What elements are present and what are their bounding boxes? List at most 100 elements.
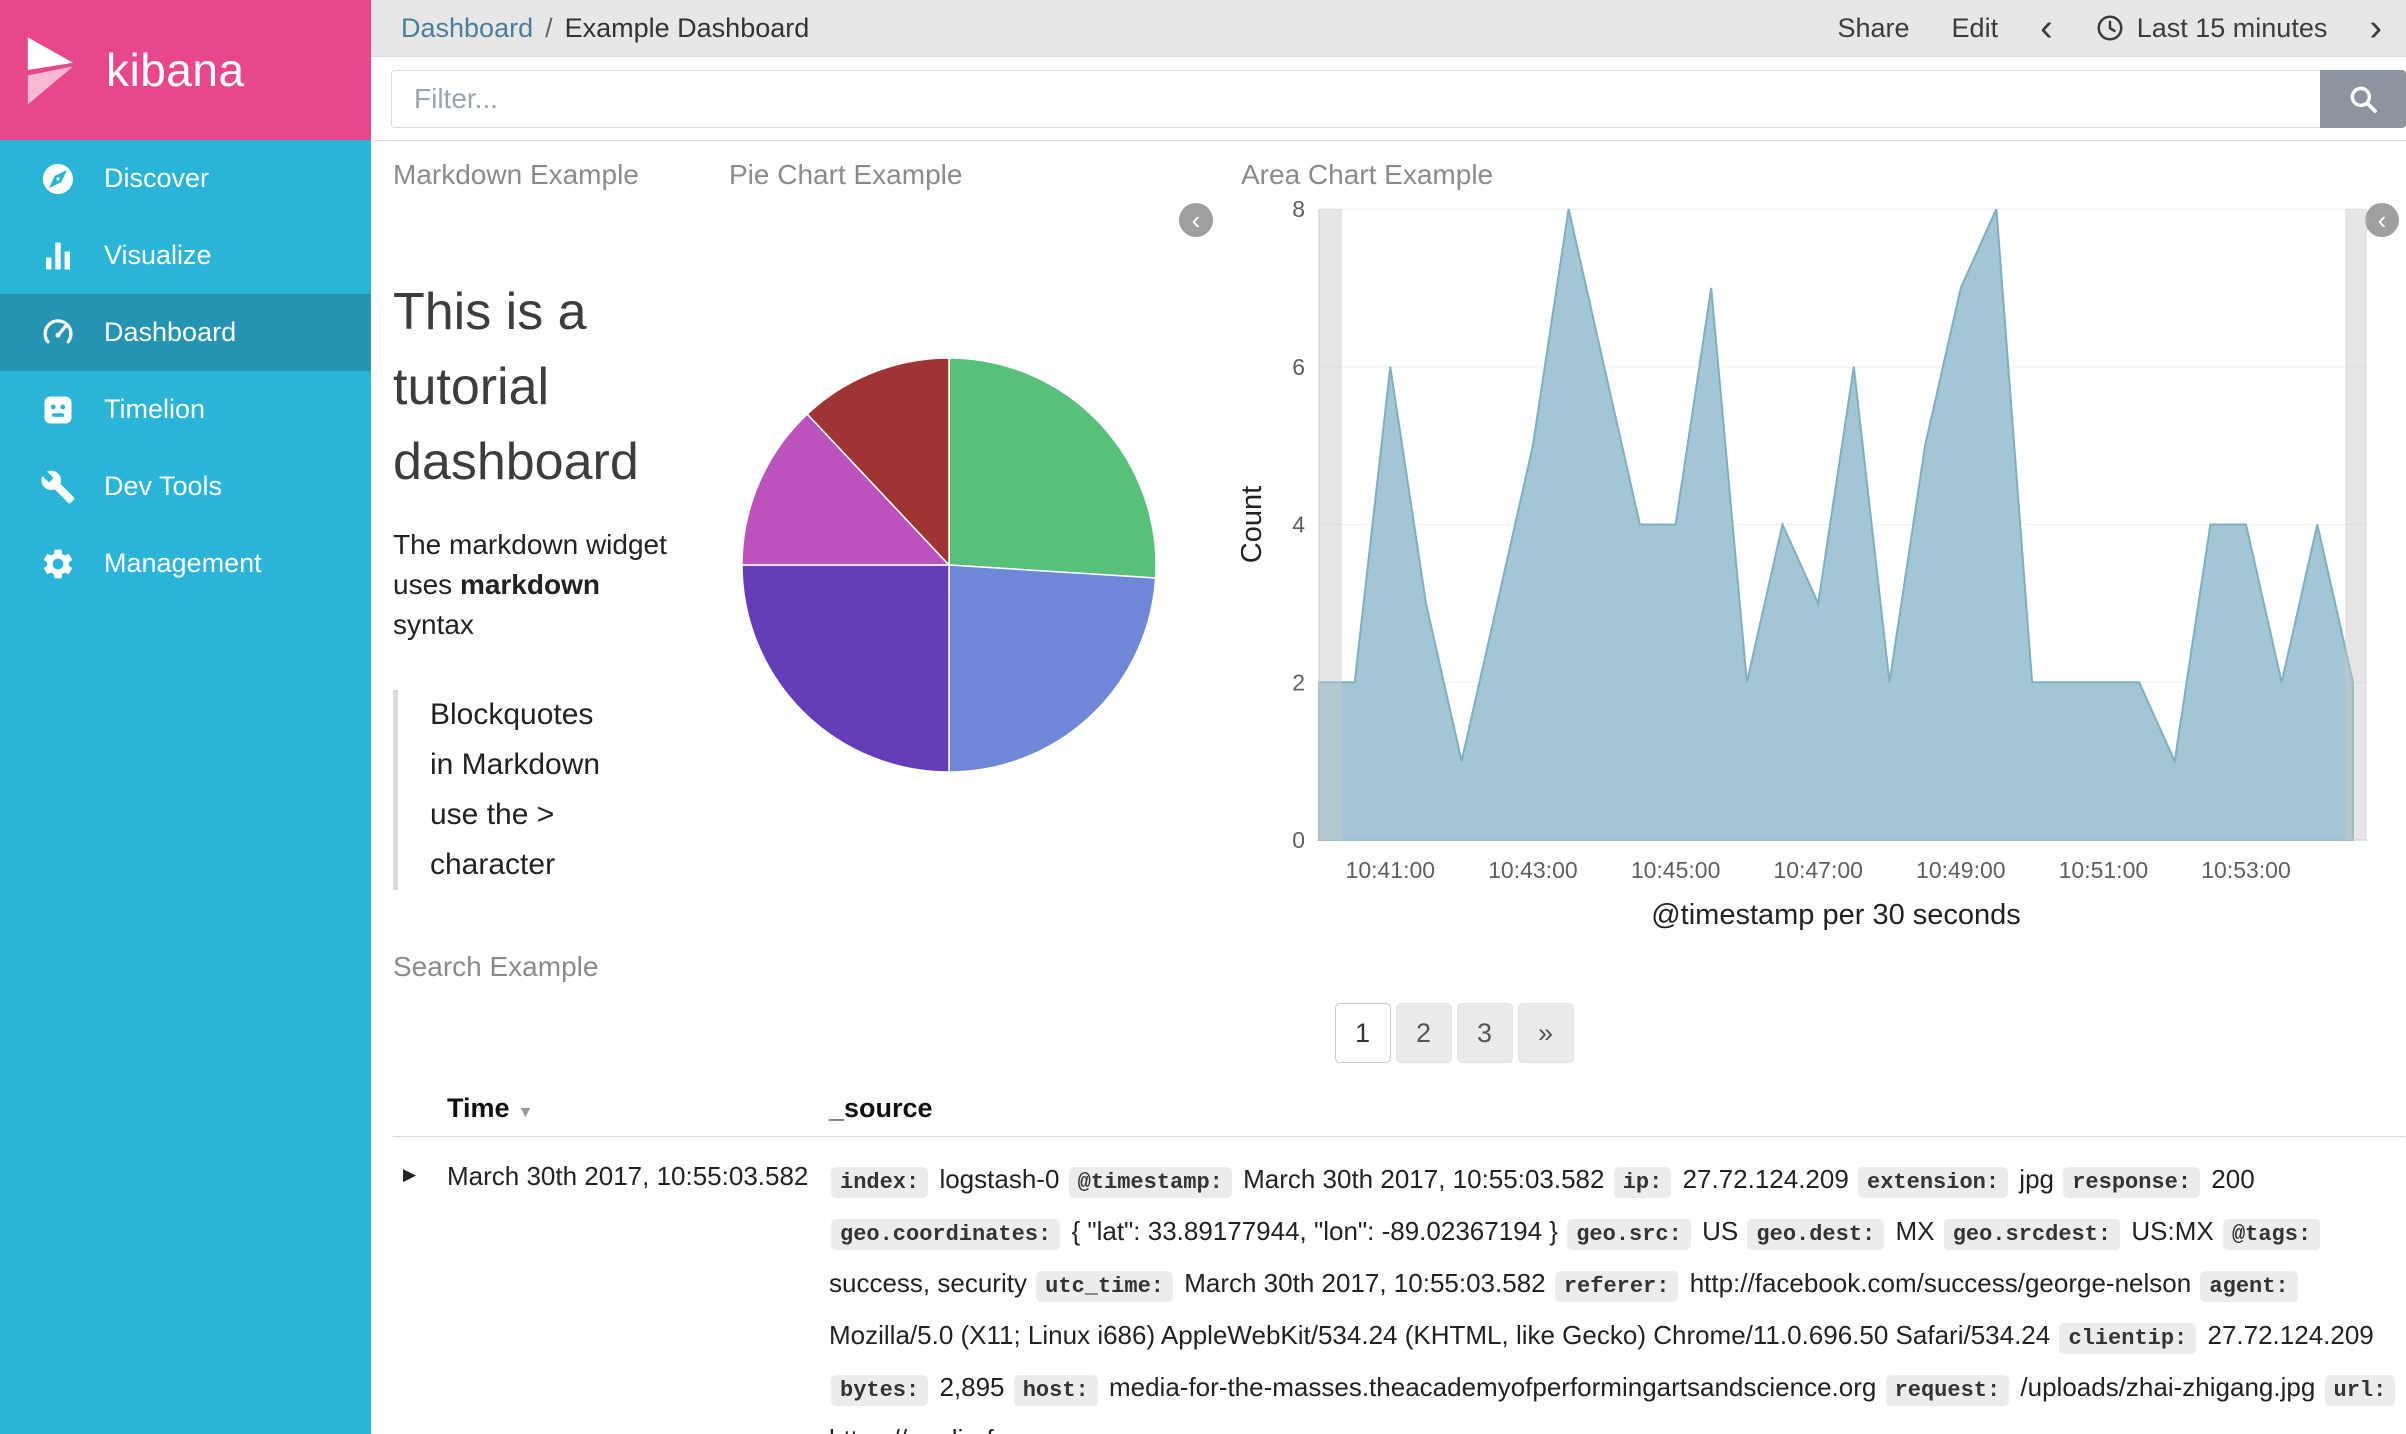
svg-text:10:45:00: 10:45:00	[1631, 857, 1721, 883]
sort-caret-icon: ▼	[517, 1104, 534, 1121]
svg-text:0: 0	[1292, 827, 1305, 853]
row-time: March 30th 2017, 10:55:03.582	[447, 1161, 809, 1191]
clock-icon	[2097, 15, 2123, 41]
svg-text:2: 2	[1292, 669, 1305, 695]
sidebar-item-dashboard[interactable]: Dashboard	[0, 294, 371, 371]
markdown-panel: This is a tutorial dashboard The markdow…	[393, 159, 725, 890]
field-key-badge: @timestamp:	[1068, 1167, 1232, 1198]
pie-panel-title: Pie Chart Example	[729, 159, 963, 190]
field-key-badge: utc_time:	[1036, 1271, 1173, 1302]
pie-chart	[741, 357, 1157, 773]
field-key-badge: agent:	[2200, 1271, 2298, 1302]
sidebar-item-management[interactable]: Management	[0, 525, 371, 602]
sidebar-item-discover[interactable]: Discover	[0, 140, 371, 217]
field-key-badge: geo.srcdest:	[1943, 1219, 2121, 1250]
search-button[interactable]	[2320, 69, 2406, 128]
table-body: ▶ March 30th 2017, 10:55:03.582 index: log…	[393, 1137, 2405, 1434]
field-key-badge: bytes:	[831, 1375, 929, 1406]
field-key-badge: geo.coordinates:	[831, 1219, 1061, 1250]
search-panel-title: Search Example	[393, 951, 599, 982]
search-icon	[2350, 86, 2377, 113]
visualize-bar-chart-icon	[40, 238, 76, 274]
pagination-page-button[interactable]: 3	[1456, 1003, 1513, 1063]
sidebar-item-visualize[interactable]: Visualize	[0, 217, 371, 294]
svg-text:4: 4	[1292, 512, 1305, 538]
pagination: 1 2 3»	[393, 1003, 2405, 1063]
filter-input[interactable]	[391, 69, 2320, 128]
field-key-badge: extension:	[1858, 1167, 2009, 1198]
table-header: Time ▼ _source	[393, 1093, 2405, 1137]
kibana-logo-mark	[27, 37, 74, 105]
svg-text:Count: Count	[1241, 486, 1268, 563]
svg-text:10:47:00: 10:47:00	[1773, 857, 1863, 883]
sidebar-item-label: Dev Tools	[104, 471, 223, 501]
field-key-badge: clientip:	[2059, 1323, 2197, 1354]
sidebar-nav: Discover Visualize Dashboard Timelion De…	[0, 140, 371, 602]
field-key-badge: geo.src:	[1567, 1219, 1691, 1250]
sidebar: kibana Discover Visualize Dashboard Time…	[0, 0, 371, 1434]
sidebar-item-label: Discover	[104, 163, 210, 193]
sidebar-item-label: Timelion	[104, 394, 206, 424]
field-key-badge: index:	[831, 1167, 929, 1198]
topbar: Dashboard / Example Dashboard Share Edit…	[371, 0, 2406, 57]
filter-bar	[371, 57, 2406, 141]
time-forward-chevron-icon[interactable]: ›	[2369, 9, 2382, 47]
source-column-header: _source	[829, 1093, 933, 1123]
share-button[interactable]: Share	[1837, 13, 1909, 44]
field-key-badge: geo.dest:	[1747, 1219, 1885, 1250]
time-back-chevron-icon[interactable]: ‹	[2040, 9, 2053, 47]
field-key-badge: ip:	[1613, 1167, 1672, 1198]
pagination-next-button[interactable]: »	[1517, 1003, 1574, 1063]
discover-compass-icon	[40, 161, 76, 197]
pie-slice[interactable]	[948, 357, 1157, 579]
pie-slice[interactable]	[948, 564, 1157, 773]
svg-text:6: 6	[1292, 354, 1305, 380]
breadcrumb-separator: /	[545, 12, 553, 43]
svg-text:10:43:00: 10:43:00	[1488, 857, 1578, 883]
kibana-logo[interactable]: kibana	[0, 0, 371, 140]
dashboard-content: Markdown Example Pie Chart Example Area …	[371, 141, 2406, 1434]
dashboard-gauge-icon	[40, 315, 76, 351]
markdown-body: The markdown widget uses markdown syntax	[393, 529, 667, 640]
time-column-header[interactable]: Time ▼	[447, 1093, 829, 1124]
pie-slice[interactable]	[741, 564, 950, 773]
svg-text:8: 8	[1292, 196, 1305, 222]
wrench-icon	[40, 469, 76, 505]
svg-text:@timestamp per 30 seconds: @timestamp per 30 seconds	[1651, 899, 2021, 931]
area-chart: 0 2 4 6 8 10:41:00 10:43:00 10:45:00 10:47:00 10:…	[1241, 196, 2367, 931]
kibana-logo-text: kibana	[106, 44, 245, 96]
panel-collapse-chevron-icon[interactable]: ‹	[1179, 203, 1213, 237]
field-key-badge: url:	[2324, 1375, 2396, 1406]
edit-button[interactable]: Edit	[1952, 13, 1999, 44]
sidebar-item-label: Management	[104, 548, 262, 578]
pagination-page-button[interactable]: 1	[1334, 1003, 1391, 1063]
markdown-heading: This is a tutorial dashboard	[393, 283, 639, 491]
row-source: index: logstash-0 @timestamp: March 30th…	[829, 1155, 2405, 1434]
pagination-page-button[interactable]: 2	[1395, 1003, 1452, 1063]
field-key-badge: referer:	[1554, 1271, 1679, 1302]
kibana-app: kibana Discover Visualize Dashboard Time…	[0, 0, 2406, 1434]
area-panel-title: Area Chart Example	[1241, 159, 1494, 190]
search-panel: Search Example 1 2 3» Time ▼ _source ▶ March…	[393, 951, 2405, 1434]
sidebar-item-label: Dashboard	[104, 317, 237, 347]
svg-text:10:51:00: 10:51:00	[2059, 857, 2149, 883]
row-expand-icon[interactable]: ▶	[393, 1155, 447, 1185]
timelion-icon	[40, 392, 76, 428]
field-key-badge: response:	[2063, 1167, 2201, 1198]
sidebar-item-dev-tools[interactable]: Dev Tools	[0, 448, 371, 525]
breadcrumb-dashboard-link[interactable]: Dashboard	[401, 13, 533, 44]
time-range-label: Last 15 minutes	[2136, 12, 2328, 43]
field-key-badge: request:	[1885, 1375, 2010, 1406]
gear-icon	[40, 546, 76, 582]
svg-text:10:41:00: 10:41:00	[1346, 857, 1436, 883]
markdown-blockquote: Blockquotes in Markdown use the > charac…	[393, 690, 623, 890]
sidebar-item-label: Visualize	[104, 240, 212, 270]
svg-text:10:49:00: 10:49:00	[1916, 857, 2006, 883]
topbar-actions: Share Edit ‹ Last 15 minutes ›	[1837, 9, 2382, 47]
time-range-picker[interactable]: Last 15 minutes	[2095, 12, 2328, 44]
field-key-badge: @tags:	[2222, 1219, 2321, 1250]
breadcrumb-current: Example Dashboard	[564, 12, 810, 43]
field-key-badge: host:	[1013, 1375, 1098, 1406]
svg-text:10:53:00: 10:53:00	[2201, 857, 2291, 883]
sidebar-item-timelion[interactable]: Timelion	[0, 371, 371, 448]
